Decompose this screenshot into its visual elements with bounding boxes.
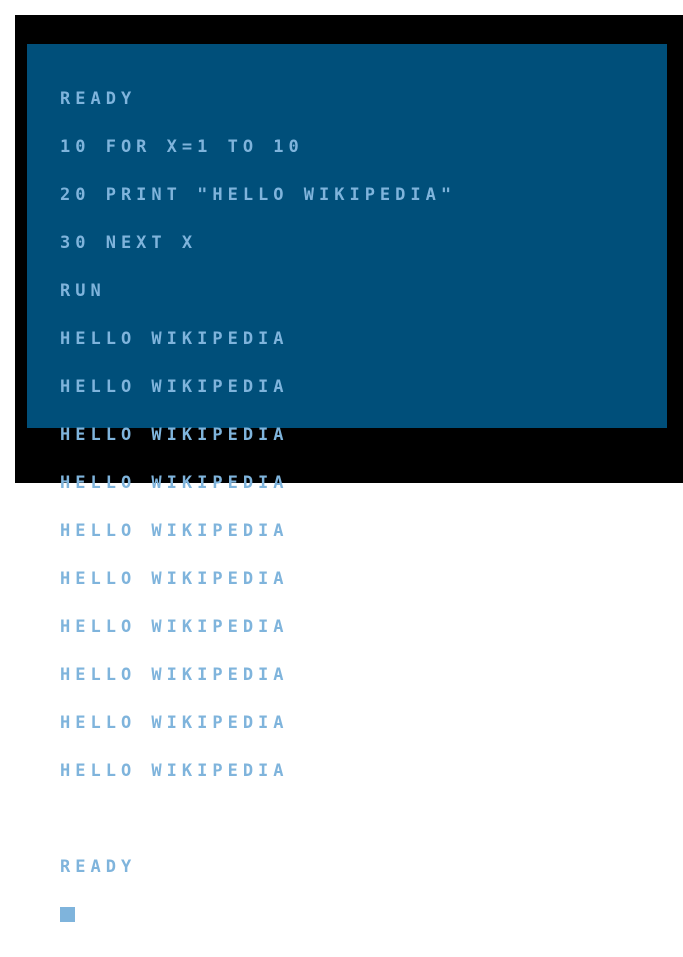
terminal-line: HELLO WIKIPEDIA: [60, 569, 289, 589]
terminal-line: HELLO WIKIPEDIA: [60, 473, 289, 493]
terminal-line: HELLO WIKIPEDIA: [60, 329, 289, 349]
terminal-line: HELLO WIKIPEDIA: [60, 665, 289, 685]
terminal-line: 10 FOR X=1 TO 10: [60, 137, 304, 157]
terminal-line: HELLO WIKIPEDIA: [60, 761, 289, 781]
terminal-line: HELLO WIKIPEDIA: [60, 617, 289, 637]
terminal-line: 20 PRINT "HELLO WIKIPEDIA": [60, 185, 457, 205]
terminal-line: 30 NEXT X: [60, 233, 198, 253]
cursor-line: [60, 907, 456, 923]
terminal-line: RUN: [60, 281, 106, 301]
monitor-border: READY 10 FOR X=1 TO 10 20 PRINT "HELLO W…: [15, 15, 683, 922]
terminal-line: HELLO WIKIPEDIA: [60, 377, 289, 397]
terminal-line: READY: [60, 89, 137, 109]
cursor-block: [60, 907, 75, 922]
terminal-line: HELLO WIKIPEDIA: [60, 713, 289, 733]
basic-screen[interactable]: READY 10 FOR X=1 TO 10 20 PRINT "HELLO W…: [27, 44, 667, 922]
terminal-line: HELLO WIKIPEDIA: [60, 521, 289, 541]
terminal-output: READY 10 FOR X=1 TO 10 20 PRINT "HELLO W…: [60, 59, 456, 955]
terminal-line: READY: [60, 857, 137, 877]
terminal-line: HELLO WIKIPEDIA: [60, 425, 289, 445]
